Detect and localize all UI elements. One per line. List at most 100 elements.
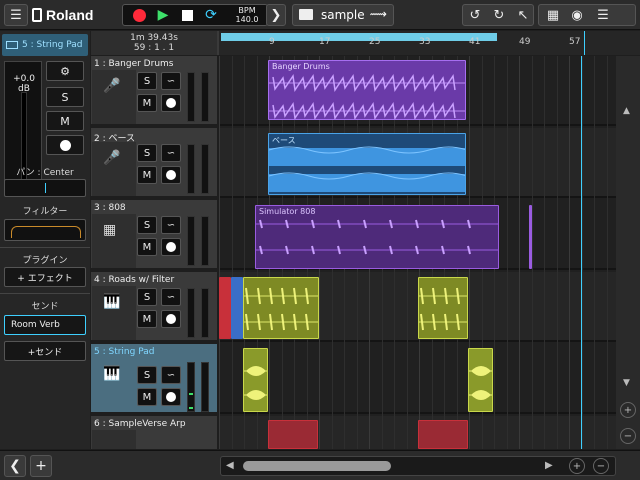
inspector-record-arm-button[interactable] bbox=[46, 135, 84, 155]
track-5-solo-button[interactable]: S bbox=[137, 366, 157, 384]
track-settings-button[interactable]: ⚙ bbox=[46, 61, 84, 81]
playhead[interactable] bbox=[581, 56, 582, 449]
grid-view-button[interactable]: ▦ bbox=[541, 5, 565, 25]
vertical-scroll-strip: ▲ ▼ + − bbox=[616, 56, 640, 449]
track-2-record-arm-button[interactable] bbox=[161, 166, 181, 184]
horizontal-scrollbar[interactable]: ◀ ▶ + − bbox=[220, 456, 616, 476]
redo-button[interactable]: ↻ bbox=[487, 5, 511, 25]
clip-simulator-808[interactable]: Simulator 808 bbox=[255, 205, 499, 269]
track-2-automation-button[interactable]: ∽ bbox=[161, 144, 181, 162]
track-header-3[interactable]: 3 : 808 ▦ S ∽ M bbox=[91, 200, 217, 270]
undo-button[interactable]: ↺ bbox=[463, 5, 487, 25]
timeline-ruler[interactable]: 9 17 25 33 41 49 57 bbox=[219, 31, 640, 55]
eye-button[interactable]: ◉ bbox=[565, 5, 589, 25]
track-3-automation-button[interactable]: ∽ bbox=[161, 216, 181, 234]
pan-slider[interactable] bbox=[4, 179, 86, 197]
clip-roads-b[interactable] bbox=[418, 277, 468, 339]
zoom-in-horizontal-button[interactable]: + bbox=[569, 458, 585, 474]
track-3-solo-button[interactable]: S bbox=[137, 216, 157, 234]
track-3-mute-button[interactable]: M bbox=[137, 238, 157, 256]
forward-button[interactable]: ❯ bbox=[266, 4, 286, 26]
inspector-mute-button[interactable]: M bbox=[46, 111, 84, 131]
clip-bass[interactable]: ベース bbox=[268, 133, 466, 195]
record-arm-icon bbox=[166, 242, 176, 252]
play-button[interactable]: ▶ bbox=[151, 5, 175, 25]
arrange-area[interactable]: Banger Drums ベース Simulator 808 bbox=[219, 56, 616, 449]
track-3-record-arm-button[interactable] bbox=[161, 238, 181, 256]
song-selector[interactable]: sample ⟿ bbox=[292, 4, 394, 26]
clip-roads-a[interactable] bbox=[243, 277, 319, 339]
keyboard-icon: 🎹 bbox=[103, 366, 121, 382]
add-effect-button[interactable]: + エフェクト bbox=[4, 267, 86, 287]
inspector-solo-button[interactable]: S bbox=[46, 87, 84, 107]
stop-button[interactable] bbox=[175, 5, 199, 25]
track-4-solo-button[interactable]: S bbox=[137, 288, 157, 306]
volume-value: +0.0 dB bbox=[13, 74, 35, 94]
track-5-mute-button[interactable]: M bbox=[137, 388, 157, 406]
clip-roads-blue[interactable] bbox=[231, 277, 243, 339]
clip-arp-b[interactable] bbox=[418, 420, 468, 449]
grid-line bbox=[556, 56, 558, 449]
clip-banger-drums[interactable]: Banger Drums bbox=[268, 60, 466, 120]
clip-string-pad-b[interactable] bbox=[468, 348, 493, 412]
app-window: ☰ Roland ▶ ⟳ BPM 140.0 ❯ sample ⟿ ↺ ↻ ↖ … bbox=[0, 0, 640, 480]
mixer-button[interactable]: ☰ bbox=[591, 5, 615, 25]
timecode-display[interactable]: 1m 39.43s 59 : 1 . 1 bbox=[91, 31, 217, 55]
zoom-in-vertical-button[interactable]: + bbox=[620, 402, 636, 418]
track-2-solo-button[interactable]: S bbox=[137, 144, 157, 162]
ruler-tick: 25 bbox=[369, 37, 381, 47]
scroll-left-icon[interactable]: ◀ bbox=[226, 460, 234, 471]
clip-808-marker[interactable] bbox=[529, 205, 532, 269]
loop-region[interactable] bbox=[221, 33, 497, 41]
track-4-record-arm-button[interactable] bbox=[161, 310, 181, 328]
clip-string-pad-a[interactable] bbox=[243, 348, 268, 412]
scroll-right-icon[interactable]: ▶ bbox=[545, 460, 553, 471]
keyboard-icon bbox=[6, 41, 18, 49]
clip-arp-a[interactable] bbox=[268, 420, 318, 449]
edit-tools: ↺ ↻ ↖ bbox=[462, 4, 534, 26]
playhead-marker[interactable] bbox=[584, 31, 585, 55]
track-1-record-arm-button[interactable] bbox=[161, 94, 181, 112]
track-1-solo-button[interactable]: S bbox=[137, 72, 157, 90]
track-1-meter bbox=[201, 72, 209, 122]
track-1-mute-button[interactable]: M bbox=[137, 94, 157, 112]
track-2-mute-button[interactable]: M bbox=[137, 166, 157, 184]
zoom-out-horizontal-button[interactable]: − bbox=[593, 458, 609, 474]
waveform bbox=[269, 146, 465, 192]
track-5-record-arm-button[interactable] bbox=[161, 388, 181, 406]
menu-button[interactable]: ☰ bbox=[4, 4, 28, 26]
scroll-thumb[interactable] bbox=[243, 461, 391, 471]
bpm-display[interactable]: BPM 140.0 bbox=[227, 6, 267, 24]
pan-indicator bbox=[45, 183, 46, 193]
scroll-up-icon[interactable]: ▲ bbox=[623, 106, 630, 116]
scroll-down-icon[interactable]: ▼ bbox=[623, 378, 630, 388]
clip-roads-red[interactable] bbox=[219, 277, 231, 339]
track-header-6[interactable]: 6 : SampleVerse Arp bbox=[91, 416, 217, 449]
record-button[interactable] bbox=[127, 5, 151, 25]
top-toolbar: ☰ Roland ▶ ⟳ BPM 140.0 ❯ sample ⟿ ↺ ↻ ↖ … bbox=[0, 0, 640, 30]
track-4-mute-button[interactable]: M bbox=[137, 310, 157, 328]
track-5-automation-button[interactable]: ∽ bbox=[161, 366, 181, 384]
back-button[interactable]: ❮ bbox=[4, 455, 26, 477]
track-header-1[interactable]: 1 : Banger Drums 🎤 S ∽ M bbox=[91, 56, 217, 126]
filter-control[interactable] bbox=[4, 219, 86, 241]
share-icon[interactable]: ⟿ bbox=[370, 7, 387, 21]
pointer-tool-button[interactable]: ↖ bbox=[511, 5, 535, 25]
track-header-2[interactable]: 2 : ベース 🎤 S ∽ M bbox=[91, 128, 217, 198]
add-send-button[interactable]: +センド bbox=[4, 341, 86, 361]
track-4-automation-button[interactable]: ∽ bbox=[161, 288, 181, 306]
track-header-5[interactable]: 5 : String Pad 🎹 S ∽ M bbox=[91, 344, 217, 414]
loop-button[interactable]: ⟳ bbox=[199, 5, 223, 25]
automation-icon: ∽ bbox=[166, 75, 176, 87]
track-1-automation-button[interactable]: ∽ bbox=[161, 72, 181, 90]
roland-logo: Roland bbox=[32, 6, 118, 24]
automation-icon: ∽ bbox=[166, 291, 176, 303]
filter-curve-icon bbox=[11, 226, 81, 238]
zoom-out-vertical-button[interactable]: − bbox=[620, 428, 636, 444]
track-header-4[interactable]: 4 : Roads w/ Filter 🎹 S ∽ M bbox=[91, 272, 217, 342]
transport-controls: ▶ ⟳ BPM 140.0 bbox=[122, 4, 268, 26]
selected-track-header[interactable]: 5 : String Pad bbox=[2, 34, 88, 56]
send-room-verb[interactable]: Room Verb bbox=[4, 315, 86, 335]
add-track-button[interactable]: + bbox=[30, 455, 52, 477]
record-arm-icon bbox=[166, 314, 176, 324]
